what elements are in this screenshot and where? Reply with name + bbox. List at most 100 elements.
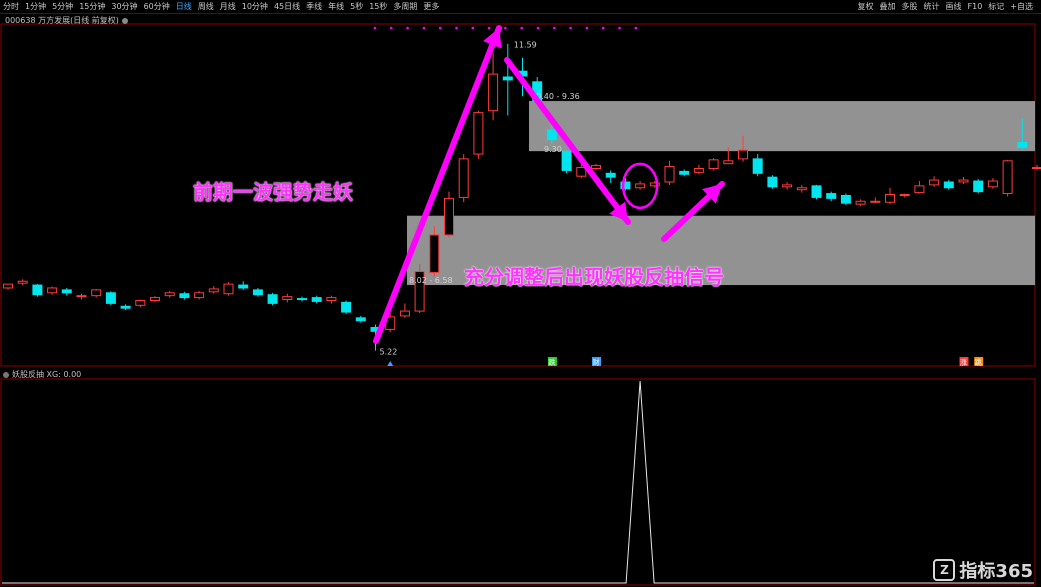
redaction-smudge xyxy=(450,293,830,317)
candle-body xyxy=(17,280,28,284)
signal-dot xyxy=(553,26,556,30)
event-marker: 跌 xyxy=(548,358,555,367)
candle-body xyxy=(444,197,454,236)
signal-dot xyxy=(569,26,572,30)
candle-body xyxy=(885,194,895,203)
annotation-strong-run: 前期一波强势走妖 xyxy=(193,180,353,204)
candle-body xyxy=(796,187,807,191)
signal-dot xyxy=(422,26,426,30)
candle-body xyxy=(252,289,263,296)
candle-body xyxy=(708,159,719,170)
candle-body xyxy=(987,180,998,188)
candle-body xyxy=(238,284,249,289)
candle-body xyxy=(179,293,190,299)
candle-body xyxy=(840,194,851,204)
candle-body xyxy=(267,294,278,304)
signal-dot xyxy=(504,26,507,30)
candle-body xyxy=(576,167,587,177)
watermark: Z 指标365 xyxy=(933,557,1033,583)
candle-body xyxy=(958,179,969,183)
candle-body xyxy=(399,310,410,317)
arrow-up-run xyxy=(373,25,502,344)
candle-body xyxy=(429,234,440,274)
candle-body xyxy=(973,180,984,193)
candle-body xyxy=(502,76,513,81)
candle-body xyxy=(105,292,116,304)
signal-dot xyxy=(634,26,638,30)
signal-dot xyxy=(618,26,621,30)
candle-body xyxy=(811,185,822,198)
candle-body xyxy=(311,297,322,302)
candle-body xyxy=(591,165,601,170)
signal-dot xyxy=(520,26,523,30)
candle-body xyxy=(679,170,690,175)
candle-body xyxy=(767,176,778,188)
xg-signal-line xyxy=(2,380,1034,584)
candle-body xyxy=(208,288,219,293)
candle-body xyxy=(326,297,337,301)
candle-body xyxy=(194,292,205,299)
candle-body xyxy=(223,283,234,295)
candle-body xyxy=(605,172,616,178)
candle-body xyxy=(635,183,646,189)
signal-dot xyxy=(601,26,605,30)
candle-body xyxy=(282,296,293,301)
candle-body xyxy=(738,149,748,160)
signal-dot xyxy=(373,26,377,30)
candle-body xyxy=(561,150,572,171)
candle-body xyxy=(473,112,484,155)
settings-icon[interactable] xyxy=(121,17,128,24)
candle-body xyxy=(943,181,954,189)
candle-body xyxy=(120,305,131,309)
candle-body xyxy=(32,284,43,296)
high-label: 11.59 xyxy=(514,41,537,50)
candle-body xyxy=(929,179,940,186)
signal-dot xyxy=(406,26,409,30)
annotation-rebound-signal: 充分调整后出现妖股反抽信号 xyxy=(464,265,724,289)
signal-dot xyxy=(471,26,475,30)
low-marker-icon xyxy=(387,361,394,366)
candle-body xyxy=(488,73,499,112)
stock-title: 000638 万方发展(日线 前复权) xyxy=(5,15,128,26)
candle-body xyxy=(914,185,925,194)
candle-body xyxy=(664,166,675,183)
indicator-panel-border xyxy=(0,378,1036,586)
signal-dot xyxy=(438,26,442,30)
candle-body xyxy=(355,317,366,322)
candle-body xyxy=(1017,141,1028,148)
event-marker: 财 xyxy=(593,358,600,367)
zone2-label: 8.02 - 6.58 xyxy=(409,276,453,285)
candle-body xyxy=(693,168,704,173)
candle-body xyxy=(826,193,837,199)
zone1-bottom-label: 9.30 xyxy=(544,145,562,154)
candle-body xyxy=(855,200,866,205)
candle-body xyxy=(150,297,160,301)
candle-body xyxy=(1032,167,1041,170)
candle-body xyxy=(899,194,910,197)
candle-body xyxy=(61,289,72,294)
candle-body xyxy=(458,158,469,198)
candle-body xyxy=(47,287,58,294)
indicator-toggle-icon[interactable] xyxy=(3,371,9,378)
resistance-zone-0 xyxy=(529,101,1035,152)
candle-body xyxy=(723,160,734,165)
candle-body xyxy=(1002,160,1013,195)
candle-body xyxy=(3,283,13,289)
brand-logo-icon: Z xyxy=(933,559,956,581)
candlestick-chart: 11.595.2210.40 - 9.369.308.02 - 6.58跌财涨跳 xyxy=(0,23,1041,586)
signal-dot xyxy=(487,26,491,30)
candle-body xyxy=(782,184,793,188)
signal-dot xyxy=(390,26,393,30)
candle-body xyxy=(135,299,146,306)
candle-body xyxy=(752,158,763,174)
event-marker: 跳 xyxy=(975,358,982,367)
candle-body xyxy=(76,295,87,298)
candle-body xyxy=(164,292,175,297)
candle-body xyxy=(297,298,307,301)
signal-dot xyxy=(536,26,540,30)
low-label: 5.22 xyxy=(380,348,398,357)
signal-dot xyxy=(585,26,589,30)
signal-dot xyxy=(455,26,458,30)
candle-body xyxy=(546,129,557,141)
candle-body xyxy=(91,289,102,297)
